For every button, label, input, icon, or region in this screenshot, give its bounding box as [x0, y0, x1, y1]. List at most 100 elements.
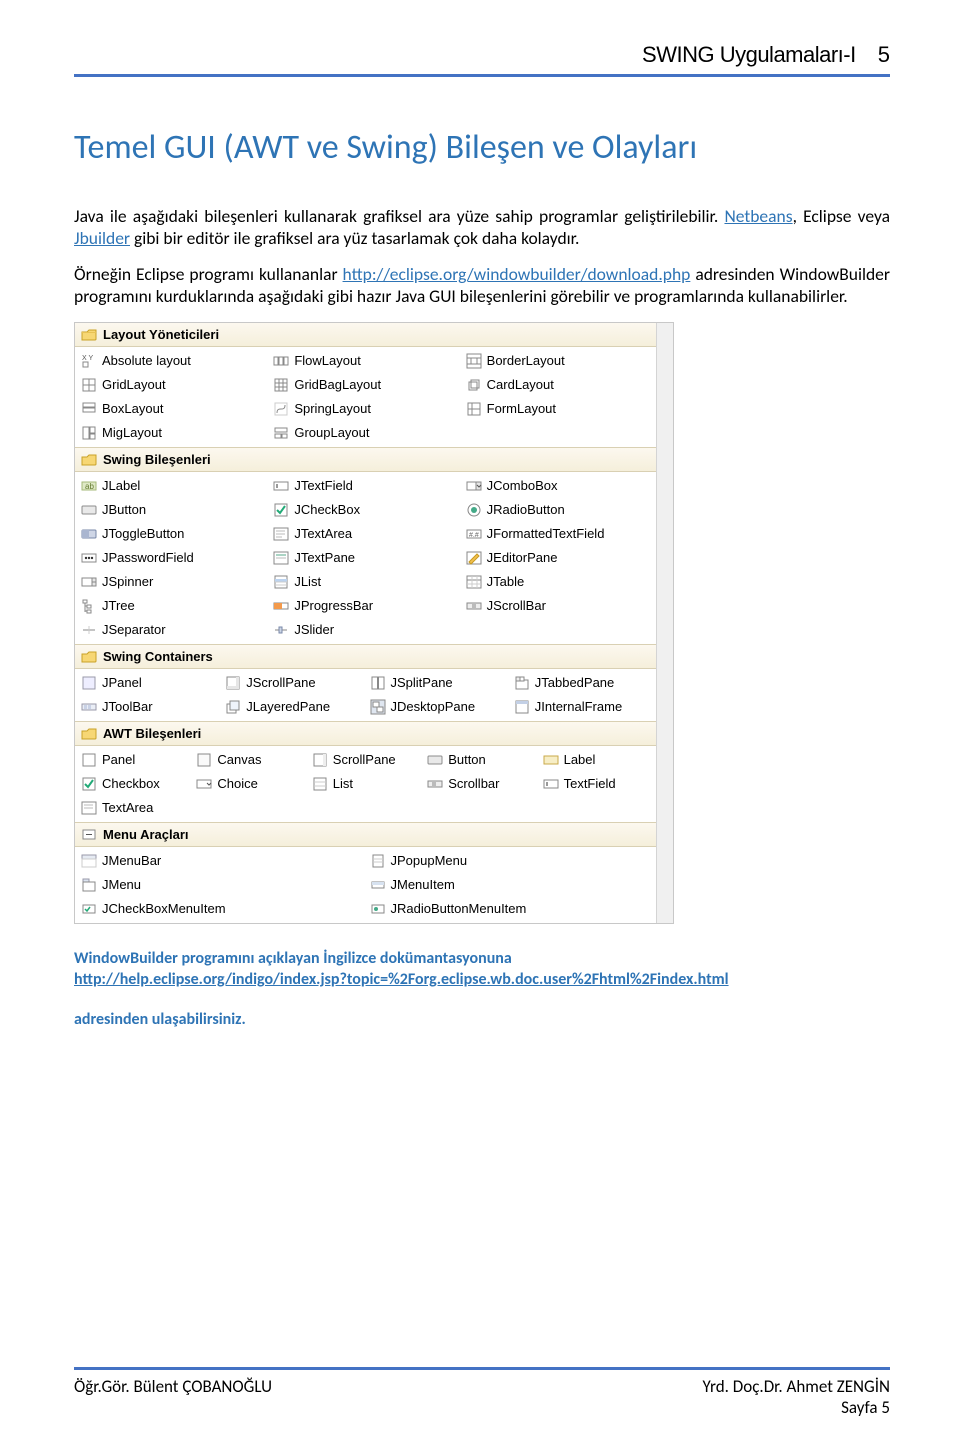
- palette-item[interactable]: JPopupMenu: [366, 850, 655, 872]
- palette-item[interactable]: JCheckBox: [269, 499, 461, 521]
- textfield-icon: [543, 776, 559, 792]
- palette-item[interactable]: JSplitPane: [366, 672, 510, 694]
- palette-item[interactable]: Button: [423, 749, 538, 771]
- palette-item[interactable]: JMenu: [77, 874, 366, 896]
- category-swing-containers[interactable]: Swing Containers: [75, 644, 656, 669]
- footer-left: Öğr.Gör. Bülent ÇOBANOĞLU: [74, 1376, 272, 1418]
- jtextpane-icon: [273, 550, 289, 566]
- palette-item[interactable]: JDesktopPane: [366, 696, 510, 718]
- item-label: Choice: [217, 776, 257, 791]
- category-label: Layout Yöneticileri: [103, 327, 219, 342]
- palette-item[interactable]: Panel: [77, 749, 192, 771]
- link-help-eclipse[interactable]: http://help.eclipse.org/indigo/index.jsp…: [74, 970, 729, 989]
- palette-item[interactable]: BorderLayout: [462, 350, 654, 372]
- link-netbeans[interactable]: Netbeans: [724, 205, 792, 227]
- palette-item[interactable]: JComboBox: [462, 475, 654, 497]
- paragraph-2: Örneğin Eclipse programı kullananlar htt…: [74, 264, 890, 308]
- category-layouts[interactable]: Layout Yöneticileri: [75, 323, 656, 347]
- item-label: Button: [448, 752, 486, 767]
- page-header: SWING Uygulamaları-I 5: [74, 42, 890, 68]
- palette-item[interactable]: JTabbedPane: [510, 672, 654, 694]
- palette-item[interactable]: GridBagLayout: [269, 374, 461, 396]
- palette-item[interactable]: JTextField: [269, 475, 461, 497]
- palette-item[interactable]: FlowLayout: [269, 350, 461, 372]
- jdesktoppane-icon: [370, 699, 386, 715]
- palette-item[interactable]: Canvas: [192, 749, 307, 771]
- palette-item[interactable]: JList: [269, 571, 461, 593]
- palette-item[interactable]: JPasswordField: [77, 547, 269, 569]
- category-menu[interactable]: Menu Araçları: [75, 822, 656, 847]
- layout-icon: [81, 377, 97, 393]
- layout-icon: [81, 425, 97, 441]
- palette-item[interactable]: Checkbox: [77, 773, 192, 795]
- palette-item[interactable]: JMenuItem: [366, 874, 655, 896]
- footer-right-2: Sayfa 5: [703, 1397, 890, 1418]
- palette-item[interactable]: GroupLayout: [269, 422, 461, 444]
- palette-item[interactable]: FormLayout: [462, 398, 654, 420]
- folder-icon: [81, 453, 97, 466]
- text: , Eclipse veya: [793, 205, 890, 227]
- palette-item[interactable]: JInternalFrame: [510, 696, 654, 718]
- palette-item[interactable]: ScrollPane: [308, 749, 423, 771]
- layout-icon: X Y: [81, 353, 97, 369]
- item-label: JLayeredPane: [246, 699, 330, 714]
- note-line-1: WindowBuilder programını açıklayan İngil…: [74, 948, 890, 970]
- palette-item[interactable]: JPanel: [77, 672, 221, 694]
- jlayeredpane-icon: [225, 699, 241, 715]
- palette-item[interactable]: List: [308, 773, 423, 795]
- palette-item[interactable]: JSlider: [269, 619, 461, 641]
- category-swing[interactable]: Swing Bileşenleri: [75, 447, 656, 472]
- palette-item[interactable]: JSpinner: [77, 571, 269, 593]
- palette-item[interactable]: CardLayout: [462, 374, 654, 396]
- palette-item[interactable]: JTable: [462, 571, 654, 593]
- palette-item[interactable]: TextArea: [77, 797, 192, 819]
- palette-item[interactable]: SpringLayout: [269, 398, 461, 420]
- palette-item[interactable]: #.#JFormattedTextField: [462, 523, 654, 545]
- palette-item[interactable]: Label: [539, 749, 654, 771]
- item-label: JSeparator: [102, 622, 166, 637]
- item-label: List: [333, 776, 353, 791]
- item-label: JCheckBox: [294, 502, 360, 517]
- item-label: JDesktopPane: [391, 699, 476, 714]
- palette-item[interactable]: JTextPane: [269, 547, 461, 569]
- link-jbuilder[interactable]: Jbuilder: [74, 227, 130, 249]
- palette-item[interactable]: TextField: [539, 773, 654, 795]
- palette-item[interactable]: Scrollbar: [423, 773, 538, 795]
- palette-item[interactable]: JTextArea: [269, 523, 461, 545]
- palette-item[interactable]: MigLayout: [77, 422, 269, 444]
- scrollbar-icon: [427, 776, 443, 792]
- palette-item[interactable]: JEditorPane: [462, 547, 654, 569]
- palette-item[interactable]: Choice: [192, 773, 307, 795]
- palette-item[interactable]: JToggleButton: [77, 523, 269, 545]
- category-label: Swing Containers: [103, 649, 213, 664]
- palette-item[interactable]: GridLayout: [77, 374, 269, 396]
- palette-item[interactable]: JTree: [77, 595, 269, 617]
- link-windowbuilder-download[interactable]: http://eclipse.org/windowbuilder/downloa…: [343, 263, 691, 285]
- item-label: JButton: [102, 502, 146, 517]
- palette-item[interactable]: JToolBar: [77, 696, 221, 718]
- palette-item[interactable]: JLayeredPane: [221, 696, 365, 718]
- palette-item[interactable]: JScrollPane: [221, 672, 365, 694]
- palette-item[interactable]: abJLabel: [77, 475, 269, 497]
- item-label: Scrollbar: [448, 776, 499, 791]
- category-awt[interactable]: AWT Bileşenleri: [75, 721, 656, 746]
- item-label: JInternalFrame: [535, 699, 622, 714]
- palette-item[interactable]: X YAbsolute layout: [77, 350, 269, 372]
- item-label: JTextPane: [294, 550, 355, 565]
- palette-item[interactable]: JButton: [77, 499, 269, 521]
- palette-item[interactable]: BoxLayout: [77, 398, 269, 420]
- palette-item[interactable]: JScrollBar: [462, 595, 654, 617]
- palette-item[interactable]: JMenuBar: [77, 850, 366, 872]
- layout-icon: [273, 401, 289, 417]
- jlist-icon: [273, 574, 289, 590]
- palette-item[interactable]: JProgressBar: [269, 595, 461, 617]
- item-label: JTextField: [294, 478, 353, 493]
- palette-item[interactable]: JRadioButton: [462, 499, 654, 521]
- textarea-icon: [81, 800, 97, 816]
- palette-item[interactable]: JRadioButtonMenuItem: [366, 898, 655, 920]
- item-label: JPopupMenu: [391, 853, 468, 868]
- palette-item[interactable]: JCheckBoxMenuItem: [77, 898, 366, 920]
- item-label: JTabbedPane: [535, 675, 615, 690]
- palette-scrollbar[interactable]: [656, 323, 673, 923]
- palette-item[interactable]: JSeparator: [77, 619, 269, 641]
